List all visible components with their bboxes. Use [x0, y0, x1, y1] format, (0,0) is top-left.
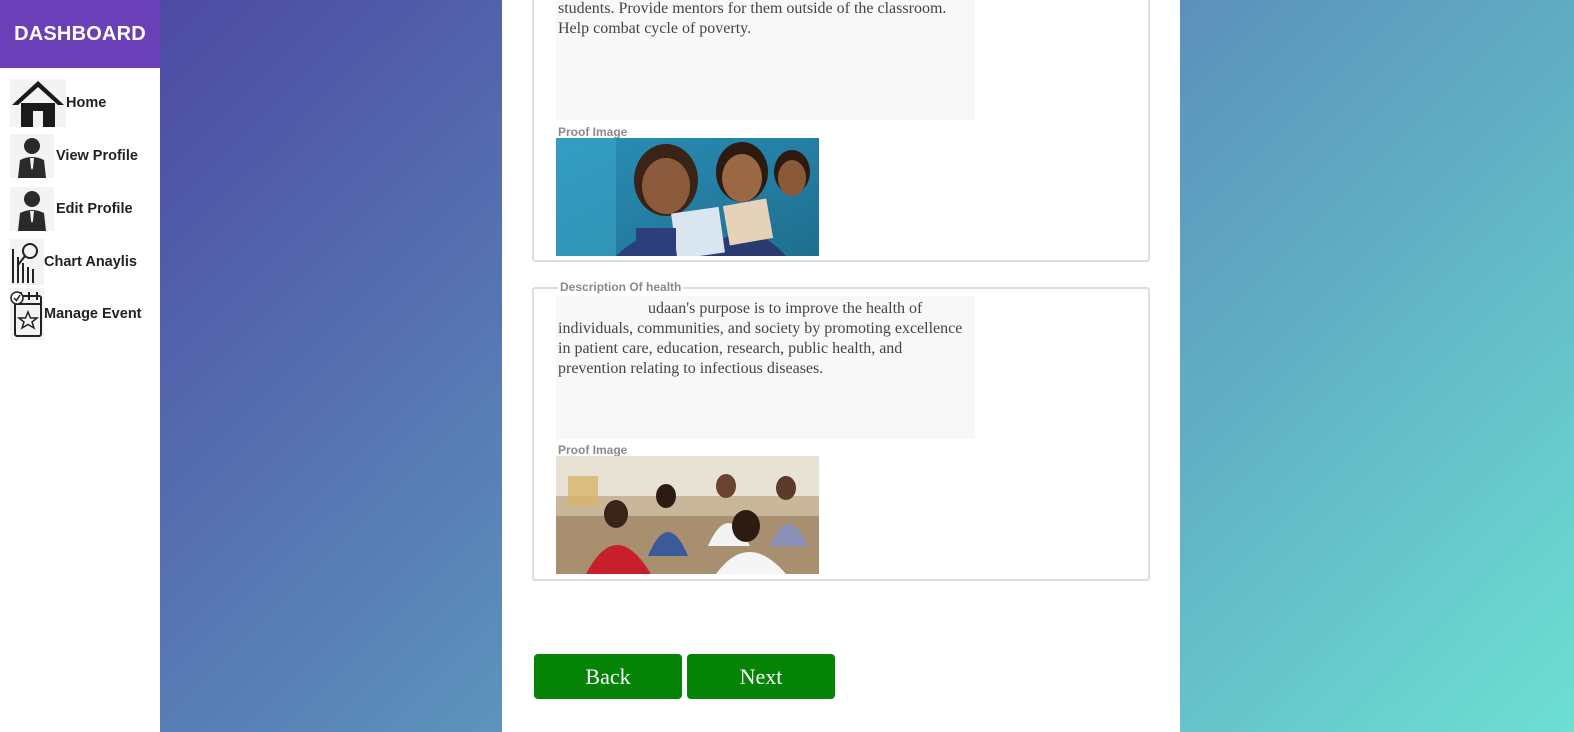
calendar-event-icon: [10, 288, 44, 340]
description-text: students. Provide mentors for them outsi…: [558, 0, 947, 37]
sidebar-item-home[interactable]: Home: [10, 79, 106, 127]
user-icon: [10, 187, 54, 231]
sidebar-item-label: Edit Profile: [56, 201, 133, 217]
sidebar-item-view-profile[interactable]: View Profile: [10, 134, 138, 178]
sidebar-item-label: View Profile: [56, 148, 138, 164]
sidebar-item-manage-event[interactable]: Manage Event: [10, 288, 142, 340]
children-smiling-with-books-photo: [556, 138, 819, 256]
next-button[interactable]: Next: [687, 654, 835, 699]
description-text-area[interactable]: students. Provide mentors for them outsi…: [556, 0, 975, 120]
home-icon: [10, 79, 66, 127]
sidebar-item-edit-profile[interactable]: Edit Profile: [10, 187, 133, 231]
sidebar-item-label: Chart Anaylis: [44, 254, 137, 270]
section-legend: Description Of health: [558, 280, 684, 294]
proof-image-label: Proof Image: [558, 125, 628, 139]
sidebar: DASHBOARD Home View Profile Edit Profile…: [0, 0, 160, 732]
health-section: Description Of health udaan's purpose is…: [532, 280, 1150, 581]
main-panel: students. Provide mentors for them outsi…: [502, 0, 1180, 732]
sidebar-item-label: Home: [66, 95, 107, 111]
health-checkup-camp-photo: [556, 456, 819, 574]
user-icon: [10, 134, 54, 178]
sidebar-item-chart-analysis[interactable]: Chart Anaylis: [10, 239, 137, 285]
education-section: students. Provide mentors for them outsi…: [532, 0, 1150, 262]
dashboard-title: DASHBOARD: [0, 0, 160, 68]
proof-image-label: Proof Image: [558, 443, 628, 457]
description-text-area[interactable]: udaan's purpose is to improve the health…: [556, 296, 975, 439]
chart-analysis-icon: [10, 239, 44, 285]
back-button[interactable]: Back: [534, 654, 682, 699]
description-text: udaan's purpose is to improve the health…: [558, 300, 963, 377]
sidebar-item-label: Manage Event: [44, 306, 142, 322]
